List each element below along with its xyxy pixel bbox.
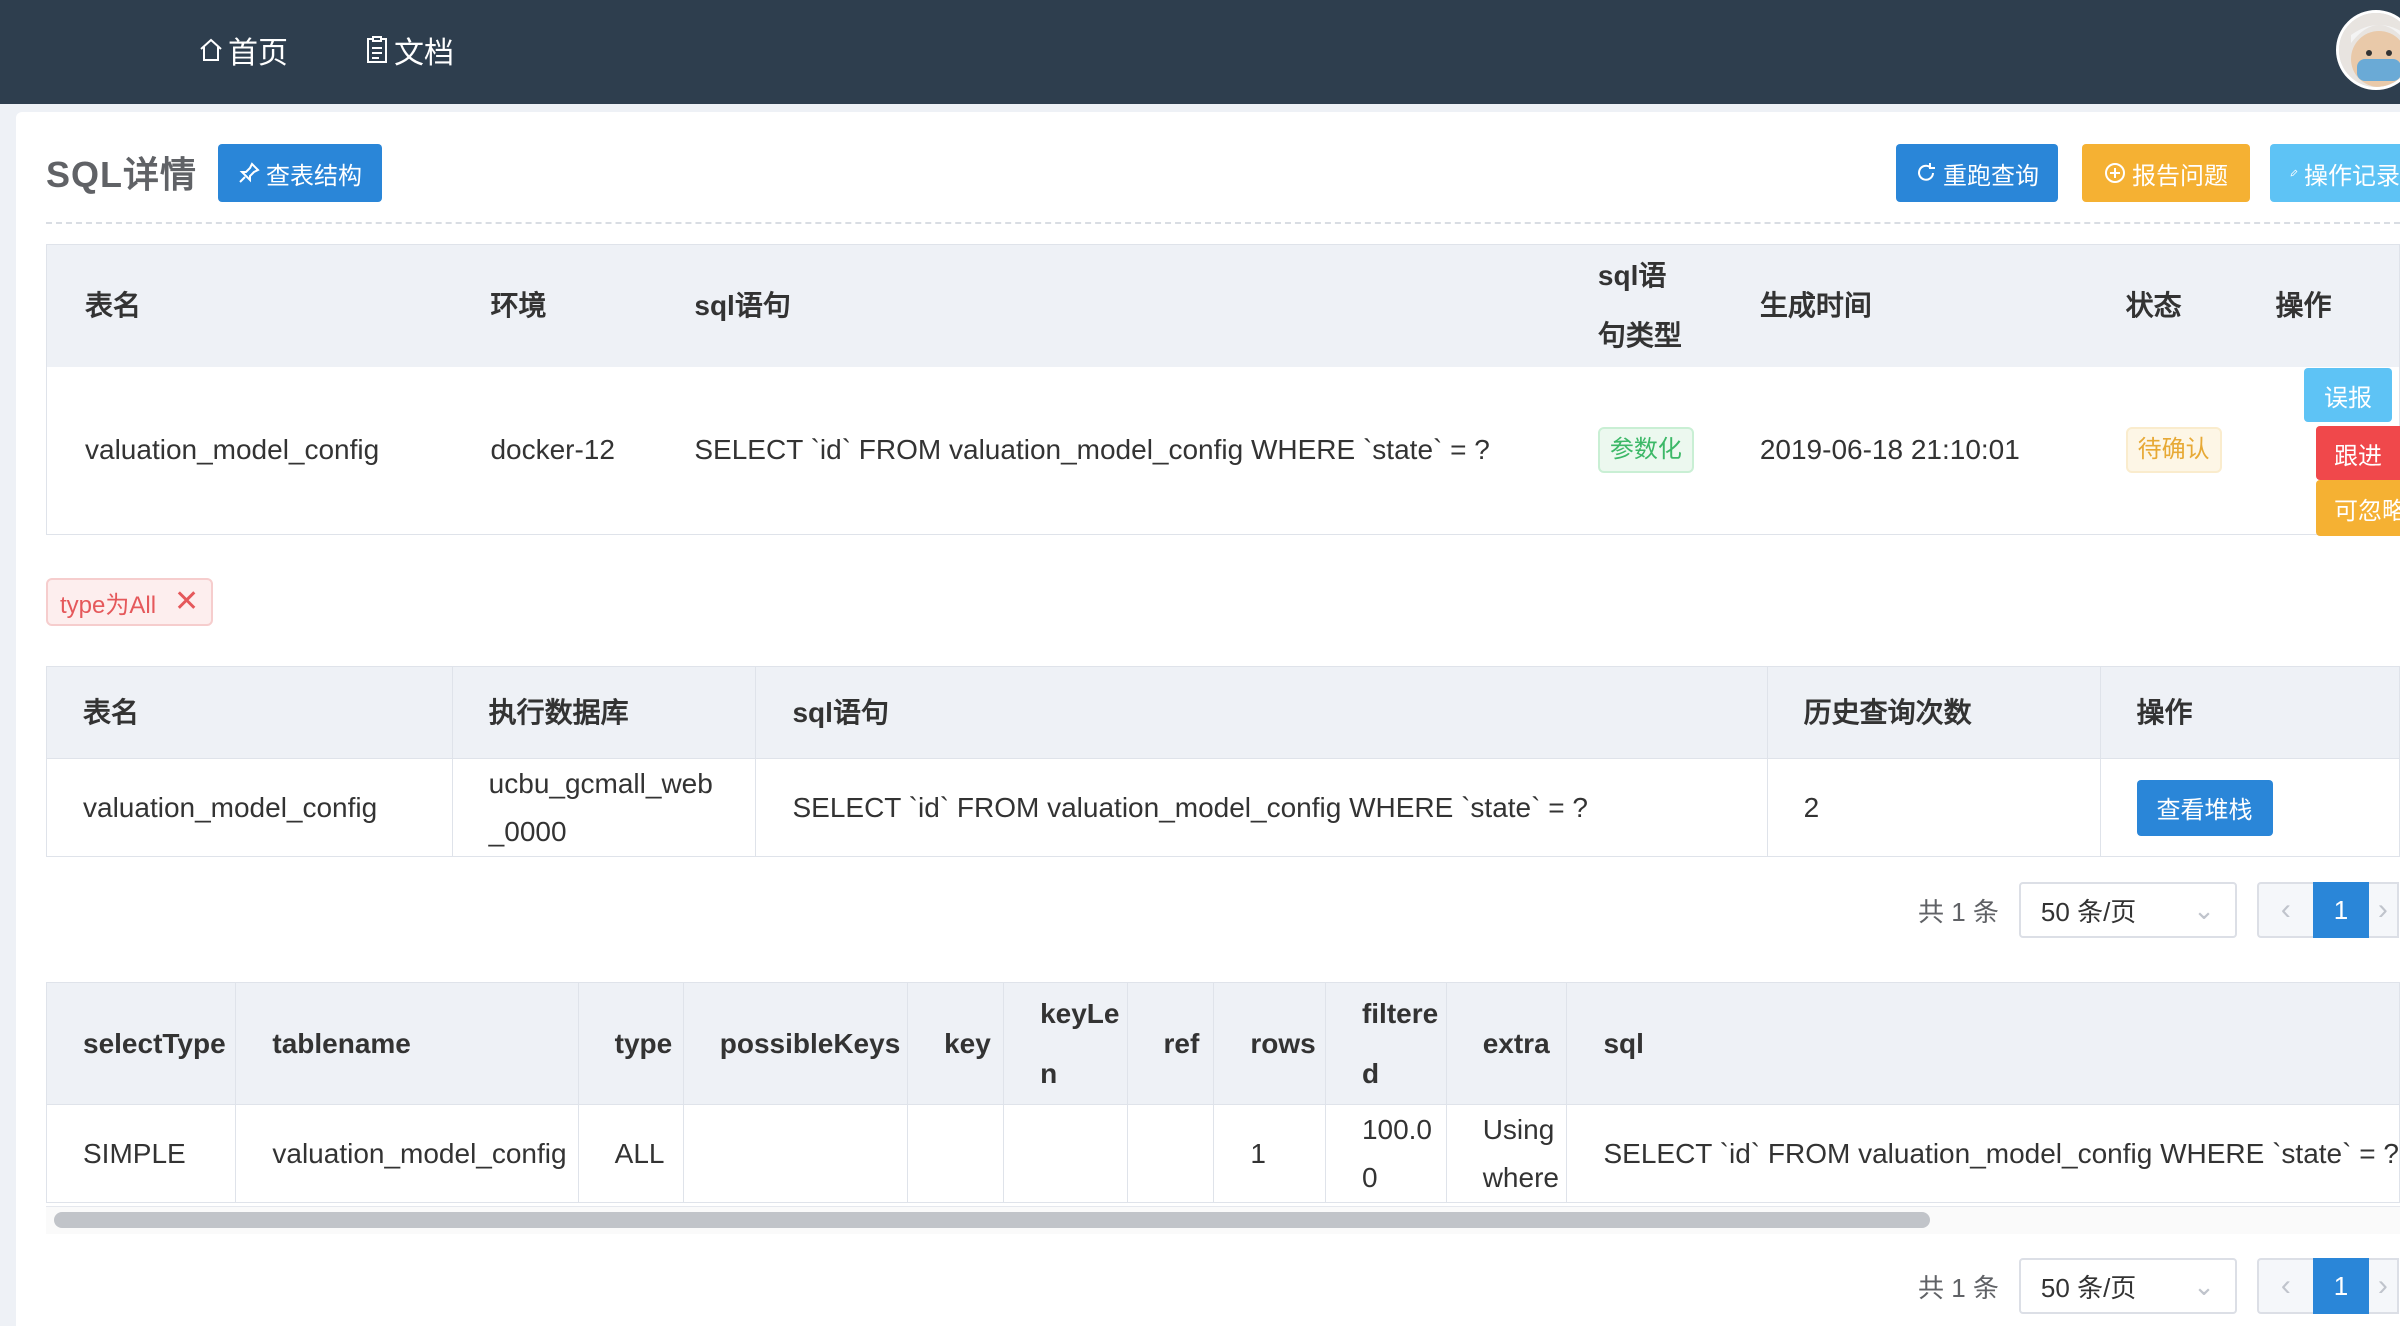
- cell-select-type: SIMPLE: [45, 1104, 237, 1203]
- header-select-type: selectType: [45, 982, 237, 1105]
- cell-sql: SELECT `id` FROM valuation_model_config …: [656, 366, 1570, 535]
- header-env: 环境: [452, 244, 657, 367]
- cell-status: 待确认: [2103, 366, 2272, 535]
- header-key-len: keyLe n: [1003, 982, 1128, 1105]
- header-rows: rows: [1213, 982, 1326, 1105]
- close-icon[interactable]: ✕: [174, 587, 199, 617]
- follow-up-button[interactable]: 跟进: [2316, 426, 2400, 480]
- header-type: type: [577, 982, 684, 1105]
- prev-page-button[interactable]: ‹: [2256, 1258, 2313, 1314]
- top-nav-bar: 首页 文档: [0, 0, 2400, 104]
- header-status: 状态: [2103, 244, 2272, 367]
- cell-key: [907, 1104, 1005, 1203]
- cell-tablename: valuation_model_config: [235, 1104, 579, 1203]
- cell-sql: SELECT `id` FROM valuation_model_config …: [1566, 1104, 2400, 1203]
- plus-circle-icon: [2105, 163, 2125, 183]
- refresh-icon: [1918, 163, 1935, 181]
- cell-sql: SELECT `id` FROM valuation_model_config …: [755, 758, 1768, 857]
- header-actions: 操作: [2271, 244, 2400, 367]
- sql-summary-table: 表名 环境 sql语句 sql语 句类型 生成时间 状态 操作 valuatio…: [46, 244, 2400, 535]
- home-icon: [200, 38, 222, 61]
- pagination-total: 共 1 条: [1918, 896, 1999, 927]
- cell-filtered: 100.0 0: [1324, 1104, 1447, 1203]
- header-filtered: filtere d: [1324, 982, 1447, 1105]
- header-created-at: 生成时间: [1737, 244, 2104, 367]
- nav-home-label: 首页: [228, 37, 288, 70]
- cell-database: ucbu_gcmall_web _0000: [451, 758, 757, 857]
- explain-table: selectType tablename type possibleKeys k…: [45, 982, 2400, 1203]
- avatar[interactable]: [2336, 10, 2400, 90]
- cell-table-name: valuation_model_config: [46, 366, 453, 535]
- pagination: 共 1 条 50 条/页 ⌄ ‹ 1 ›: [1918, 882, 2399, 938]
- header-database: 执行数据库: [451, 666, 757, 759]
- filter-tag-type-all: type为All ✕: [46, 578, 214, 626]
- cell-type: ALL: [577, 1104, 684, 1203]
- cell-possible-keys: [682, 1104, 909, 1203]
- pagination-total: 共 1 条: [1918, 1272, 1999, 1303]
- nav-docs-label: 文档: [394, 37, 454, 70]
- page-number-current[interactable]: 1: [2312, 882, 2369, 938]
- sql-type-tag: 参数化: [1597, 427, 1694, 474]
- next-page-button[interactable]: ›: [2368, 1258, 2399, 1314]
- pagination: 共 1 条 50 条/页 ⌄ ‹ 1 ›: [1918, 1258, 2399, 1314]
- chevron-left-icon: ‹: [2280, 893, 2291, 926]
- status-badge: 待确认: [2125, 427, 2222, 474]
- header-actions: 操作: [2099, 666, 2400, 759]
- page-size-select[interactable]: 50 条/页 ⌄: [2018, 882, 2237, 938]
- cell-actions: 查看堆栈: [2099, 758, 2400, 857]
- chevron-down-icon: ⌄: [2193, 894, 2215, 925]
- header-sql: sql语句: [656, 244, 1570, 367]
- page-size-select[interactable]: 50 条/页 ⌄: [2018, 1258, 2237, 1314]
- cell-key-len: [1003, 1104, 1128, 1203]
- header-history-count: 历史查询次数: [1766, 666, 2101, 759]
- chevron-right-icon: ›: [2377, 1269, 2388, 1302]
- pin-icon: [239, 162, 260, 183]
- page-number-current[interactable]: 1: [2312, 1258, 2369, 1314]
- cell-env: docker-12: [452, 366, 657, 535]
- chevron-down-icon: ⌄: [2193, 1270, 2215, 1301]
- nav-docs[interactable]: 文档: [364, 28, 454, 72]
- cell-table-name: valuation_model_config: [46, 758, 453, 857]
- pencil-icon: [2290, 169, 2298, 177]
- header-sql-type: sql语 句类型: [1569, 244, 1738, 367]
- header-table-name: 表名: [46, 666, 453, 759]
- chevron-right-icon: ›: [2377, 893, 2388, 926]
- cell-created-at: 2019-06-18 21:10:01: [1737, 366, 2104, 535]
- cell-ref: [1126, 1104, 1215, 1203]
- title-divider: [46, 222, 2400, 224]
- header-ref: ref: [1126, 982, 1215, 1105]
- sql-detail-table: 表名 执行数据库 sql语句 历史查询次数 操作 valuation_model…: [46, 666, 2400, 857]
- next-page-button[interactable]: ›: [2368, 882, 2399, 938]
- prev-page-button[interactable]: ‹: [2256, 882, 2313, 938]
- header-tablename: tablename: [235, 982, 579, 1105]
- header-sql: sql: [1566, 982, 2400, 1105]
- operation-log-button[interactable]: 操作记录: [2270, 144, 2400, 202]
- false-report-button[interactable]: 误报: [2304, 368, 2392, 422]
- cell-history-count: 2: [1766, 758, 2101, 857]
- page-title: SQL详情: [46, 154, 198, 195]
- nav-home[interactable]: 首页: [198, 28, 288, 72]
- rerun-query-button[interactable]: 重跑查询: [1896, 144, 2058, 202]
- chevron-left-icon: ‹: [2280, 1269, 2291, 1302]
- report-issue-button[interactable]: 报告问题: [2082, 144, 2250, 202]
- header-possible-keys: possibleKeys: [682, 982, 909, 1105]
- header-sql: sql语句: [755, 666, 1768, 759]
- header-extra: extra: [1445, 982, 1568, 1105]
- header-table-name: 表名: [46, 244, 453, 367]
- horizontal-scrollbar-thumb[interactable]: [54, 1212, 1930, 1228]
- document-icon: [367, 36, 387, 63]
- ignorable-button[interactable]: 可忽略: [2316, 480, 2400, 536]
- header-key: key: [907, 982, 1005, 1105]
- view-stack-button[interactable]: 查看堆栈: [2136, 779, 2273, 836]
- cell-extra: Using where: [1445, 1104, 1568, 1203]
- cell-rows: 1: [1213, 1104, 1326, 1203]
- view-structure-button[interactable]: 查表结构: [218, 144, 382, 202]
- filter-tag-label: type为All: [60, 591, 157, 619]
- cell-sql-type: 参数化: [1569, 366, 1738, 535]
